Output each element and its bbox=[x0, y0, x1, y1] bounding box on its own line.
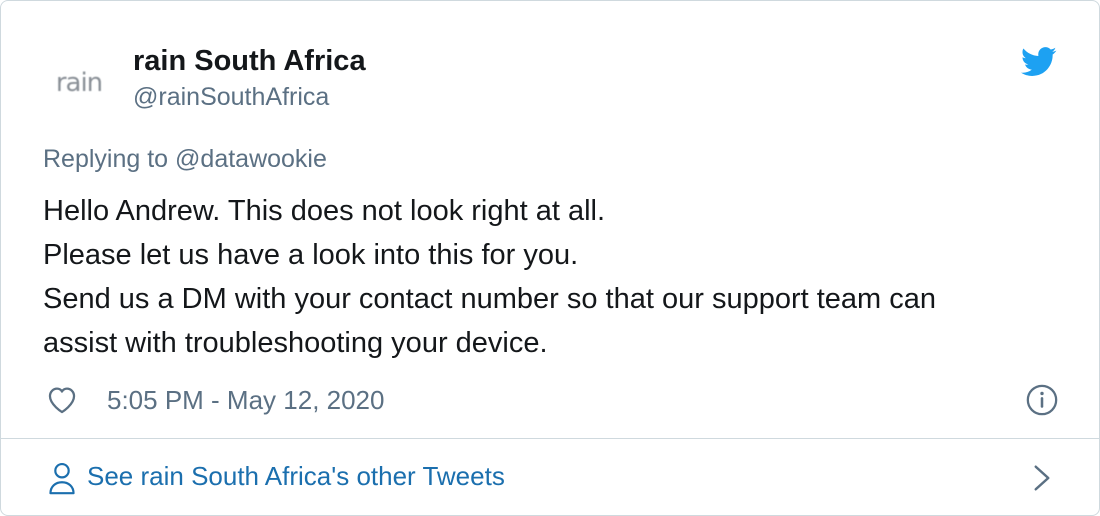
timestamp-link[interactable]: 5:05 PM - May 12, 2020 bbox=[107, 385, 384, 416]
tweet-line: Please let us have a look into this for … bbox=[43, 239, 579, 271]
replying-to-label: Replying to bbox=[43, 145, 176, 173]
tweet-line: Hello Andrew. This does not look right a… bbox=[43, 195, 606, 227]
tweet-meta: 5:05 PM - May 12, 2020 bbox=[43, 379, 1063, 423]
other-tweets-link-text[interactable]: See rain South Africa's other Tweets bbox=[87, 461, 505, 492]
avatar-logo-text: rain bbox=[55, 68, 103, 98]
other-tweets-link[interactable]: See rain South Africa's other Tweets bbox=[1, 439, 1099, 515]
author-name[interactable]: rain South Africa bbox=[133, 45, 366, 78]
tweet-line: assist with troubleshooting your device. bbox=[43, 327, 548, 359]
chevron-right-icon[interactable] bbox=[1031, 463, 1053, 493]
reply-mention-link[interactable]: @datawookie bbox=[175, 145, 327, 173]
replying-to: Replying to @datawookie bbox=[43, 145, 327, 174]
person-icon bbox=[49, 462, 75, 495]
author-handle[interactable]: @rainSouthAfrica bbox=[133, 83, 329, 112]
twitter-bird-icon[interactable] bbox=[1021, 47, 1057, 77]
tweet-text: Hello Andrew. This does not look right a… bbox=[43, 189, 1053, 365]
avatar[interactable]: rain bbox=[43, 47, 115, 119]
tweet-line: Send us a DM with your contact number so… bbox=[43, 283, 937, 315]
info-icon[interactable] bbox=[1025, 383, 1059, 417]
heart-icon[interactable] bbox=[45, 383, 79, 417]
tweet-card: rain rain South Africa @rainSouthAfrica … bbox=[0, 0, 1100, 516]
